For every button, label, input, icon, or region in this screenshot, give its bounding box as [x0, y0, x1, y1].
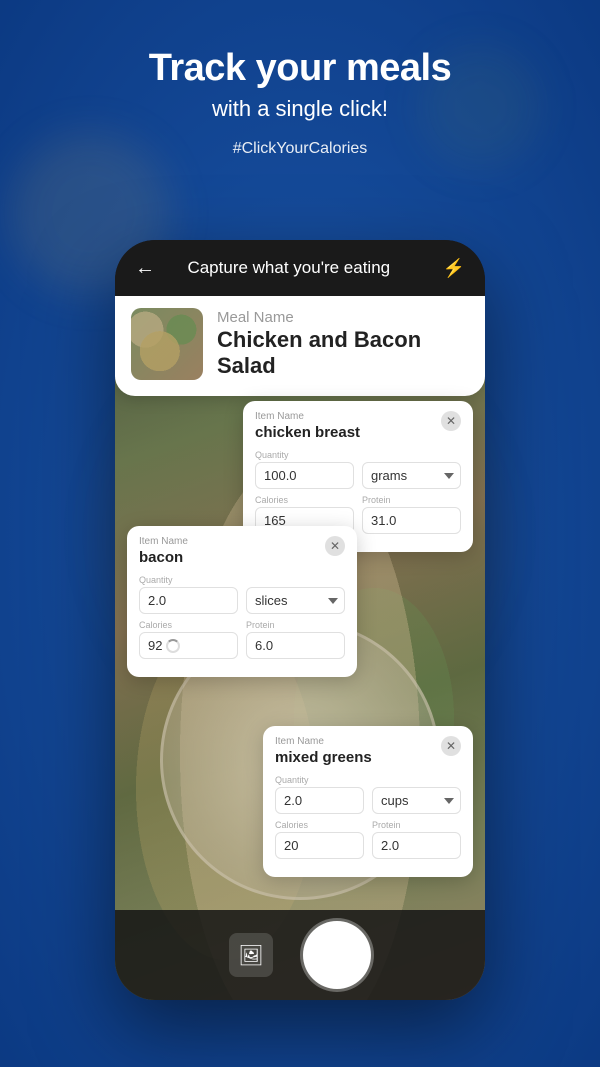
greens-quantity-field: Quantity: [275, 775, 364, 814]
bacon-quantity-row: Quantity slices: [139, 575, 345, 614]
bacon-item-label: Item Name: [139, 536, 188, 547]
shutter-button[interactable]: [303, 921, 371, 989]
chicken-name-group: Item Name chicken breast: [255, 411, 360, 442]
chicken-unit-select[interactable]: grams: [362, 462, 461, 489]
meal-info: Meal Name Chicken and Bacon Salad: [217, 309, 469, 380]
chicken-quantity-label: Quantity: [255, 450, 354, 460]
greens-quantity-row: Quantity cups: [275, 775, 461, 814]
camera-bottom-bar: 🖼: [115, 910, 485, 1000]
chicken-protein-label: Protein: [362, 495, 461, 505]
bacon-quantity-input[interactable]: [139, 587, 238, 614]
greens-protein-field: Protein 2.0: [372, 820, 461, 859]
meal-thumbnail-image: [131, 308, 203, 380]
topbar-title: Capture what you're eating: [175, 258, 403, 278]
greens-calories-value: 20: [275, 832, 364, 859]
chicken-calories-label: Calories: [255, 495, 354, 505]
card-header-bacon: Item Name bacon ✕: [139, 536, 345, 567]
bacon-name-group: Item Name bacon: [139, 536, 188, 567]
chicken-close-button[interactable]: ✕: [441, 411, 461, 431]
bacon-unit-select[interactable]: slices: [246, 587, 345, 614]
flash-icon[interactable]: ⚡: [443, 258, 465, 279]
chicken-quantity-input[interactable]: [255, 462, 354, 489]
bacon-spinner: [166, 639, 180, 653]
chicken-unit-field: grams: [362, 462, 461, 489]
bacon-unit-field: slices: [246, 587, 345, 614]
greens-unit-field: cups: [372, 787, 461, 814]
page-container: Track your meals with a single click! #C…: [0, 0, 600, 1067]
meal-name-card: Meal Name Chicken and Bacon Salad: [115, 296, 485, 396]
gallery-icon: 🖼: [238, 943, 263, 968]
gallery-button[interactable]: 🖼: [229, 933, 273, 977]
back-button[interactable]: ←: [135, 257, 163, 280]
item-card-greens: Item Name mixed greens ✕ Quantity cups: [263, 726, 473, 877]
chicken-quantity-row: Quantity grams: [255, 450, 461, 489]
card-header-chicken: Item Name chicken breast ✕: [255, 411, 461, 442]
meal-thumbnail: [131, 308, 203, 380]
greens-protein-value: 2.0: [372, 832, 461, 859]
bacon-nutrition-row: Calories 92 Protein 6.0: [139, 620, 345, 659]
greens-name-group: Item Name mixed greens: [275, 736, 372, 767]
greens-item-name[interactable]: mixed greens: [275, 749, 372, 766]
chicken-protein-value: 31.0: [362, 507, 461, 534]
bacon-close-button[interactable]: ✕: [325, 536, 345, 556]
bacon-protein-value: 6.0: [246, 632, 345, 659]
bacon-quantity-field: Quantity: [139, 575, 238, 614]
greens-quantity-input[interactable]: [275, 787, 364, 814]
meal-name-label: Meal Name: [217, 309, 294, 326]
bacon-protein-field: Protein 6.0: [246, 620, 345, 659]
chicken-quantity-field: Quantity: [255, 450, 354, 489]
bacon-calories-field: Calories 92: [139, 620, 238, 659]
chicken-item-label: Item Name: [255, 411, 360, 422]
camera-view: Meal Name Chicken and Bacon Salad Item N…: [115, 296, 485, 1000]
phone-topbar: ← Capture what you're eating ⚡: [115, 240, 485, 296]
greens-calories-field: Calories 20: [275, 820, 364, 859]
hashtag: #ClickYourCalories: [149, 140, 452, 158]
greens-close-button[interactable]: ✕: [441, 736, 461, 756]
greens-quantity-label: Quantity: [275, 775, 364, 785]
bacon-protein-label: Protein: [246, 620, 345, 630]
item-card-bacon: Item Name bacon ✕ Quantity slices: [127, 526, 357, 677]
greens-protein-label: Protein: [372, 820, 461, 830]
greens-nutrition-row: Calories 20 Protein 2.0: [275, 820, 461, 859]
phone-mockup: ← Capture what you're eating ⚡ Meal Name…: [115, 240, 485, 1000]
subheadline: with a single click!: [149, 96, 452, 122]
chicken-item-name[interactable]: chicken breast: [255, 424, 360, 441]
card-header-greens: Item Name mixed greens ✕: [275, 736, 461, 767]
header-section: Track your meals with a single click! #C…: [149, 0, 452, 158]
meal-name-value[interactable]: Chicken and Bacon Salad: [217, 327, 469, 380]
greens-item-label: Item Name: [275, 736, 372, 747]
greens-unit-select[interactable]: cups: [372, 787, 461, 814]
bacon-calories-value: 92: [139, 632, 238, 659]
chicken-protein-field: Protein 31.0: [362, 495, 461, 534]
headline: Track your meals: [149, 48, 452, 90]
bacon-quantity-label: Quantity: [139, 575, 238, 585]
bacon-calories-label: Calories: [139, 620, 238, 630]
greens-calories-label: Calories: [275, 820, 364, 830]
bacon-item-name[interactable]: bacon: [139, 549, 183, 566]
